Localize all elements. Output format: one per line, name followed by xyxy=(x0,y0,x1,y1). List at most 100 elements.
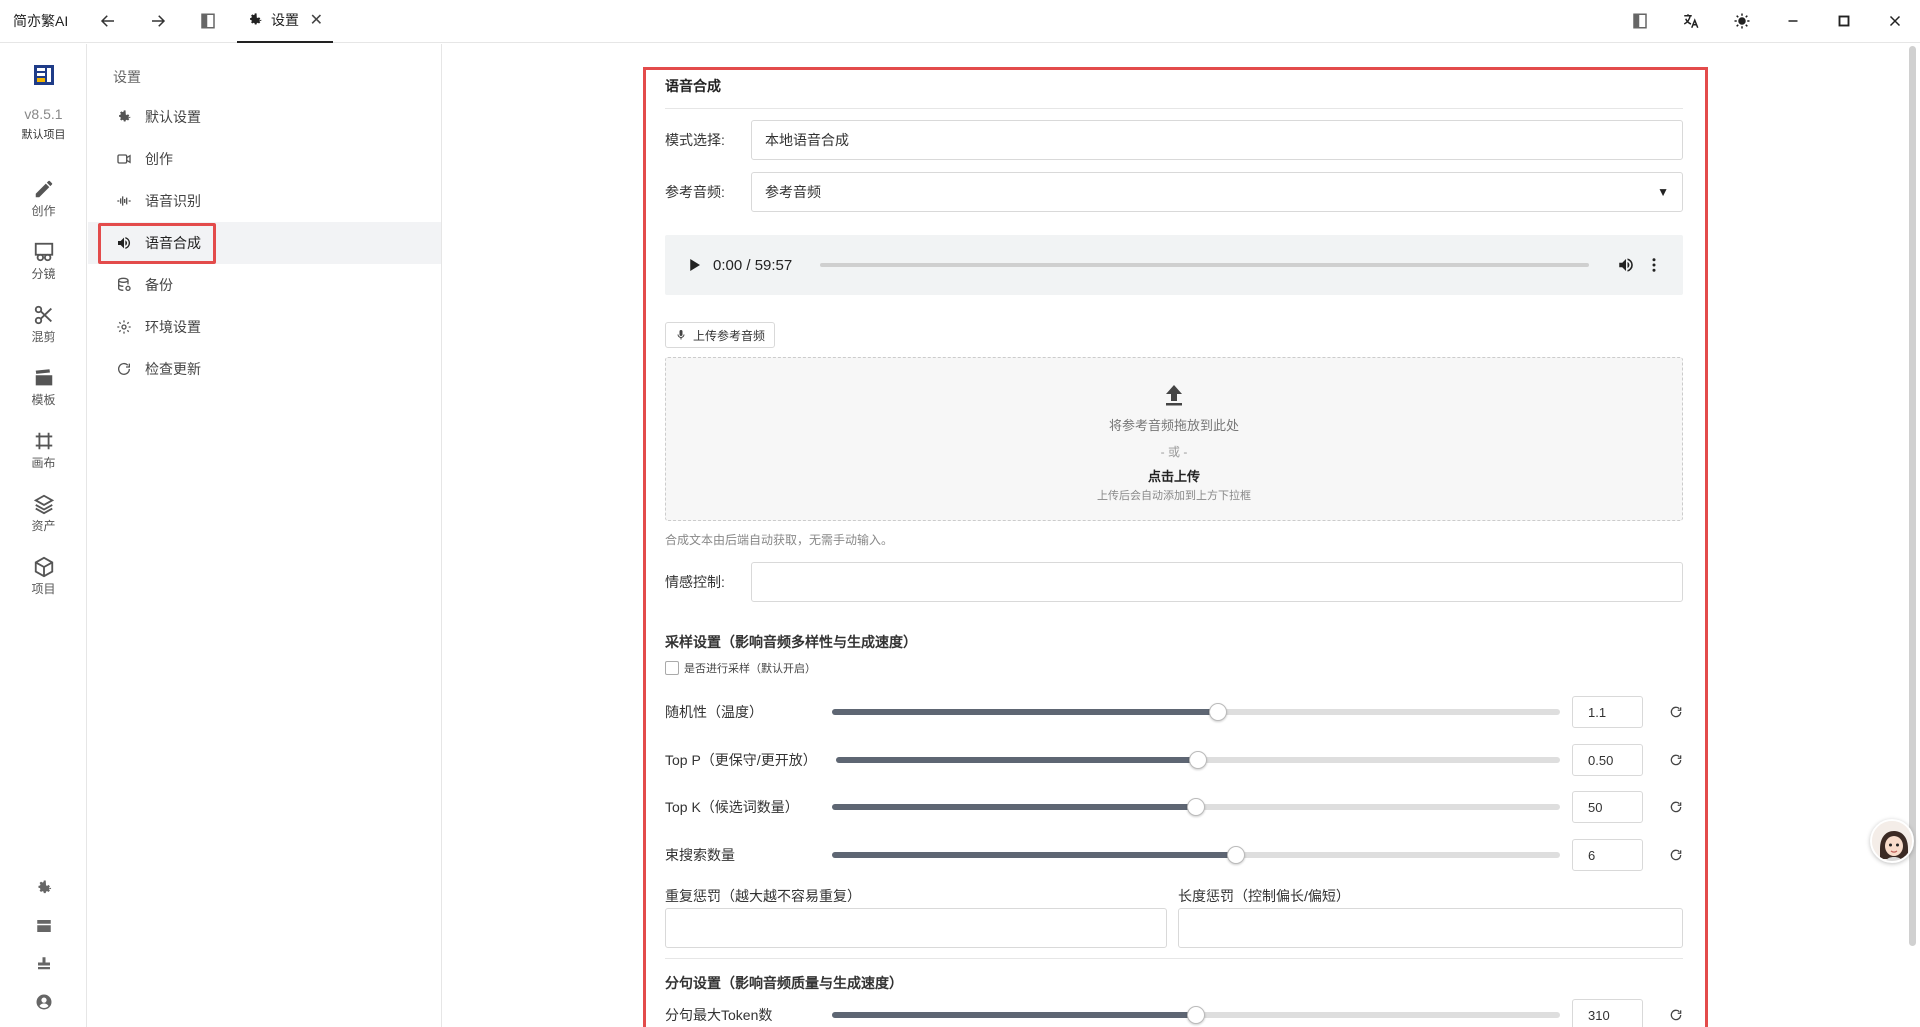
tab-close-button[interactable]: ✕ xyxy=(310,10,323,30)
mode-select[interactable]: 本地语音合成 xyxy=(751,120,1683,160)
slider-thumb[interactable] xyxy=(1208,703,1227,721)
settings-item-default[interactable]: 默认设置 xyxy=(88,96,441,138)
upload-ref-audio-button[interactable]: 上传参考音频 xyxy=(665,322,776,348)
slider-row: 束搜索数量 6 xyxy=(665,839,1683,871)
slider-label: Top P（更保守/更开放） xyxy=(665,752,817,768)
settings-item-create[interactable]: 创作 xyxy=(88,138,441,180)
rail-item-mix[interactable]: 混剪 xyxy=(0,304,87,345)
rail-account-button[interactable] xyxy=(0,993,87,1011)
left-rail: v8.5.1 默认项目 创作 分镜 混剪 模板 画布 资产 项目 xyxy=(0,44,87,1027)
slider-track[interactable] xyxy=(836,751,1560,769)
audio-player: 0:00 / 59:57 xyxy=(665,235,1683,295)
settings-nav: 设置 默认设置 创作 语音识别 语音合成 备份 环境设置 检查更新 xyxy=(88,44,442,1027)
settings-item-tts[interactable]: 语音合成 xyxy=(88,222,441,264)
slider-fill xyxy=(832,804,1196,810)
waveform-icon xyxy=(117,196,131,206)
slider-value-input[interactable]: 0.50 xyxy=(1572,744,1643,776)
emotion-input[interactable] xyxy=(751,562,1683,602)
app-logo-icon xyxy=(34,65,54,85)
settings-item-label: 默认设置 xyxy=(145,109,201,125)
settings-nav-title: 设置 xyxy=(113,69,141,85)
minimize-button[interactable] xyxy=(1767,0,1818,43)
settings-item-backup[interactable]: 备份 xyxy=(88,264,441,306)
clapperboard-icon xyxy=(35,369,52,386)
play-icon[interactable] xyxy=(685,256,703,274)
more-vertical-icon[interactable] xyxy=(1645,256,1663,274)
toggle-sidebar-button[interactable] xyxy=(183,0,233,43)
ref-audio-select[interactable]: 参考音频 ▼ xyxy=(751,172,1683,212)
reset-button[interactable] xyxy=(1643,800,1683,814)
storyboard-icon xyxy=(34,242,53,262)
slider-track[interactable] xyxy=(832,846,1560,864)
slider-label: Top K（候选词数量） xyxy=(665,799,799,815)
assistant-avatar[interactable] xyxy=(1870,819,1914,863)
slider-thumb[interactable] xyxy=(1189,751,1207,769)
divider xyxy=(665,108,1683,109)
slider-value-input[interactable]: 50 xyxy=(1572,791,1643,823)
arrow-left-icon xyxy=(100,15,114,27)
reset-button[interactable] xyxy=(1643,705,1683,719)
scrollbar[interactable] xyxy=(1909,46,1916,946)
rail-item-label: 模板 xyxy=(31,393,56,407)
forward-button[interactable] xyxy=(133,0,183,43)
slider-thumb[interactable] xyxy=(1187,1006,1205,1024)
slider-value-input[interactable]: 310 xyxy=(1572,999,1643,1027)
microphone-icon xyxy=(677,330,685,340)
close-window-button[interactable] xyxy=(1869,0,1920,43)
rail-settings-button[interactable] xyxy=(0,879,87,897)
repeat-penalty-label: 重复惩罚（越大越不容易重复） xyxy=(665,888,861,904)
slider-label: 束搜索数量 xyxy=(665,847,735,863)
rail-item-assets[interactable]: 资产 xyxy=(0,493,87,534)
emotion-label: 情感控制: xyxy=(665,574,725,590)
audio-progress-bar[interactable] xyxy=(820,263,1589,267)
chevron-down-icon: ▼ xyxy=(1657,185,1669,199)
ref-audio-label: 参考音频: xyxy=(665,184,725,200)
sampling-checkbox-label: 是否进行采样（默认开启） xyxy=(684,663,816,675)
dropzone-text: 将参考音频拖放到此处 xyxy=(1108,418,1239,433)
settings-item-update[interactable]: 检查更新 xyxy=(88,348,441,390)
repeat-penalty-input[interactable] xyxy=(665,908,1167,948)
rail-tasks-button[interactable] xyxy=(0,917,87,935)
sampling-checkbox-row[interactable]: 是否进行采样（默认开启） xyxy=(665,660,816,676)
audio-dropzone[interactable]: 将参考音频拖放到此处 - 或 - 点击上传 上传后会自动添加到上方下拉框 xyxy=(665,357,1683,521)
slider-row: 分句最大Token数 310 xyxy=(665,999,1683,1027)
sampling-checkbox[interactable] xyxy=(665,661,679,675)
ref-audio-value: 参考音频 xyxy=(765,184,821,200)
back-button[interactable] xyxy=(83,0,133,43)
dropzone-click-upload[interactable]: 点击上传 xyxy=(666,466,1682,485)
reset-button[interactable] xyxy=(1643,1008,1683,1022)
slider-value-input[interactable]: 1.1 xyxy=(1572,696,1643,728)
slider-fill xyxy=(836,757,1198,763)
rail-item-create[interactable]: 创作 xyxy=(0,178,87,219)
slider-thumb[interactable] xyxy=(1227,846,1246,864)
reset-button[interactable] xyxy=(1643,848,1683,862)
slider-track[interactable] xyxy=(832,703,1560,721)
volume-icon[interactable] xyxy=(1617,256,1635,274)
settings-item-asr[interactable]: 语音识别 xyxy=(88,180,441,222)
current-project[interactable]: 默认项目 xyxy=(0,126,87,142)
rail-item-templates[interactable]: 模板 xyxy=(0,367,87,408)
settings-item-environment[interactable]: 环境设置 xyxy=(88,306,441,348)
layout-toggle-button[interactable] xyxy=(1614,0,1665,43)
reset-button[interactable] xyxy=(1643,753,1683,767)
rail-item-canvas[interactable]: 画布 xyxy=(0,430,87,471)
length-penalty-input[interactable] xyxy=(1178,908,1683,948)
reset-icon xyxy=(1670,754,1682,766)
translate-icon xyxy=(1683,14,1698,29)
maximize-button[interactable] xyxy=(1818,0,1869,43)
assistant-avatar-icon xyxy=(1872,821,1912,861)
reset-icon xyxy=(1670,706,1682,718)
slider-value-input[interactable]: 6 xyxy=(1572,839,1643,871)
rail-item-projects[interactable]: 项目 xyxy=(0,556,87,597)
rail-item-storyboard[interactable]: 分镜 xyxy=(0,241,87,282)
rail-item-label: 画布 xyxy=(31,456,56,470)
minimize-icon xyxy=(1788,20,1797,22)
rail-tools-button[interactable] xyxy=(0,955,87,973)
slider-thumb[interactable] xyxy=(1187,798,1205,816)
tab-settings[interactable]: 设置 ✕ xyxy=(237,0,333,43)
slider-track[interactable] xyxy=(832,1006,1560,1024)
refresh-icon xyxy=(118,362,130,375)
theme-toggle-button[interactable] xyxy=(1716,0,1767,43)
slider-track[interactable] xyxy=(832,798,1560,816)
translate-button[interactable] xyxy=(1665,0,1716,43)
